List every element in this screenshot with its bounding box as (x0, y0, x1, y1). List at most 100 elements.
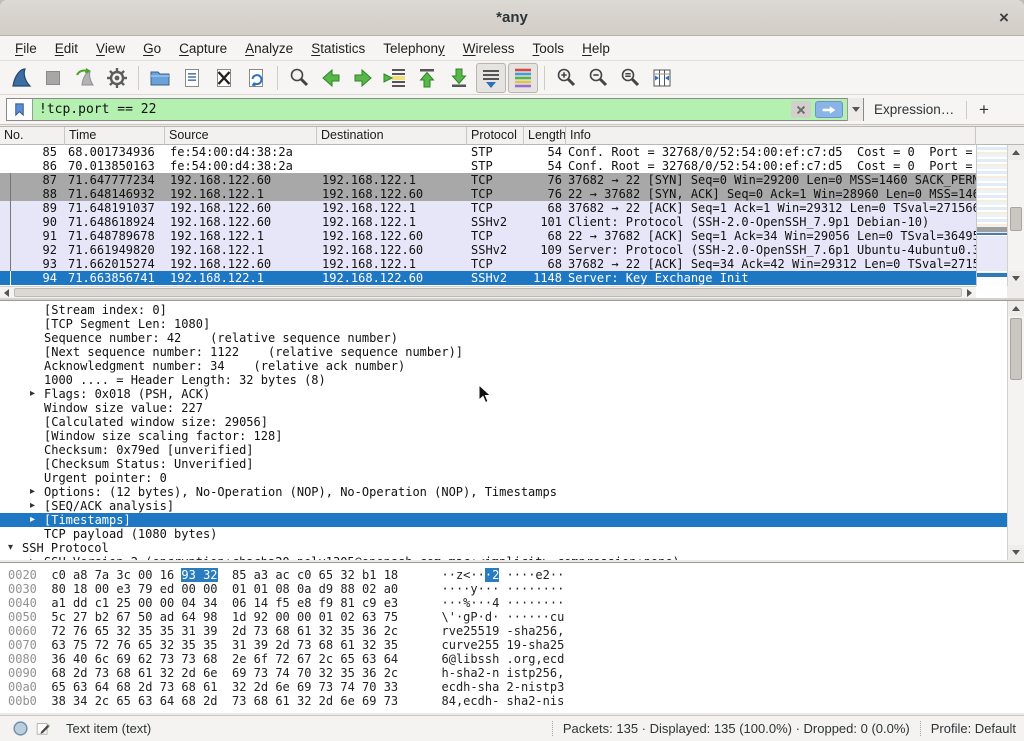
detail-line[interactable]: [TCP Segment Len: 1080] (0, 317, 1007, 331)
packet-cell[interactable]: 91 (0, 229, 65, 243)
hex-row[interactable]: 00a0 65 63 64 68 2d 73 68 61 32 2d 6e 69… (8, 680, 1024, 694)
go-to-packet-button[interactable] (380, 63, 410, 93)
find-packet-button[interactable] (284, 63, 314, 93)
packet-cell[interactable]: 192.168.122.60 (165, 173, 317, 187)
packet-list-minimap[interactable] (976, 145, 1007, 286)
scroll-up-button[interactable] (1008, 301, 1024, 316)
packet-cell[interactable]: 37682 → 22 [SYN] Seq=0 Win=29200 Len=0 M… (566, 173, 976, 187)
detail-line[interactable]: ▸SSH Version 2 (encryption:chacha20-poly… (0, 555, 1007, 560)
scrollbar-thumb[interactable] (14, 288, 962, 297)
tree-toggle-icon[interactable]: ▸ (30, 387, 44, 401)
hex-bytes[interactable]: 80 18 00 e3 79 ed 00 00 01 01 08 0a d9 8… (51, 582, 398, 596)
packet-cell[interactable]: 37682 → 22 [ACK] Seq=1 Ack=1 Win=29312 L… (566, 201, 976, 215)
packet-cell[interactable]: 192.168.122.1 (317, 201, 467, 215)
capture-comment-icon[interactable] (35, 720, 52, 737)
packet-row[interactable]: 9071.648618924192.168.122.60192.168.122.… (0, 215, 976, 229)
packet-cell[interactable]: 192.168.122.1 (317, 257, 467, 271)
column-header-source[interactable]: Source (165, 127, 317, 145)
packet-cell[interactable]: 85 (0, 145, 65, 159)
ascii-text[interactable]: ···%···4 ········ (442, 596, 565, 610)
hex-bytes[interactable]: 36 40 6c 69 62 73 73 68 2e 6f 72 67 2c 6… (51, 652, 398, 666)
packet-cell[interactable]: Client: Protocol (SSH-2.0-OpenSSH_7.9p1 … (566, 215, 976, 229)
packet-row[interactable]: 8971.648191037192.168.122.60192.168.122.… (0, 201, 976, 215)
hex-row[interactable]: 00b0 38 34 2c 65 63 64 68 2d 73 68 61 32… (8, 694, 1024, 708)
packet-cell[interactable]: SSHv2 (467, 243, 524, 257)
detail-line[interactable]: [Window size scaling factor: 128] (0, 429, 1007, 443)
packet-cell[interactable]: SSHv2 (467, 215, 524, 229)
packet-cell[interactable]: TCP (467, 201, 524, 215)
detail-line[interactable]: ▸Options: (12 bytes), No-Operation (NOP)… (0, 485, 1007, 499)
tree-toggle-icon[interactable]: ▾ (8, 541, 22, 555)
detail-line[interactable]: ▸[SEQ/ACK analysis] (0, 499, 1007, 513)
packet-cell[interactable] (317, 159, 467, 173)
detail-line[interactable]: Checksum: 0x79ed [unverified] (0, 443, 1007, 457)
packet-cell[interactable]: SSHv2 (467, 271, 524, 285)
detail-line[interactable]: [Checksum Status: Unverified] (0, 457, 1007, 471)
packet-cell[interactable]: 71.648618924 (65, 215, 165, 229)
hex-row[interactable]: 0060 72 76 65 32 35 35 31 39 2d 73 68 61… (8, 624, 1024, 638)
packet-cell[interactable]: fe:54:00:d4:38:2a (165, 159, 317, 173)
close-button[interactable]: × (992, 6, 1016, 30)
hex-bytes[interactable]: 65 63 64 68 2d 73 68 61 32 2d 6e 69 73 7… (51, 680, 398, 694)
ascii-text[interactable]: h-sha2-n istp256, (442, 666, 565, 680)
detail-line[interactable]: ▸Flags: 0x018 (PSH, ACK) (0, 387, 1007, 401)
hex-bytes[interactable]: 38 34 2c 65 63 64 68 2d 73 68 61 32 2d 6… (51, 694, 398, 708)
scroll-left-button[interactable] (0, 287, 13, 298)
packet-cell[interactable]: 71.647777234 (65, 173, 165, 187)
ascii-text[interactable]: curve255 19-sha25 (442, 638, 565, 652)
packet-cell[interactable]: 70.013850163 (65, 159, 165, 173)
packet-cell[interactable]: Server: Protocol (SSH-2.0-OpenSSH_7.6p1 … (566, 243, 976, 257)
hex-bytes[interactable]: 5c 27 b2 67 50 ad 64 98 1d 92 00 00 01 0… (51, 610, 398, 624)
ascii-highlight[interactable]: ·2 (485, 568, 499, 582)
column-header-no[interactable]: No. (0, 127, 65, 145)
auto-scroll-button[interactable] (476, 63, 506, 93)
packet-cell[interactable]: 192.168.122.1 (317, 215, 467, 229)
packet-cell[interactable]: 192.168.122.60 (165, 257, 317, 271)
hex-bytes-highlight[interactable]: 93 32 (181, 568, 217, 582)
packet-row[interactable]: 9171.648789678192.168.122.1192.168.122.6… (0, 229, 976, 243)
menu-statistics[interactable]: Statistics (302, 38, 374, 59)
hex-row[interactable]: 0020 c0 a8 7a 3c 00 16 93 32 85 a3 ac c0… (8, 568, 1024, 582)
go-first-packet-button[interactable] (412, 63, 442, 93)
menu-go[interactable]: Go (134, 38, 170, 59)
packet-cell[interactable]: 22 → 37682 [SYN, ACK] Seq=0 Ack=1 Win=28… (566, 187, 976, 201)
close-file-button[interactable] (209, 63, 239, 93)
packet-cell[interactable]: TCP (467, 187, 524, 201)
packet-cell[interactable]: 1148 (524, 271, 566, 285)
expression-button[interactable]: Expression… (874, 102, 960, 117)
filter-clear-button[interactable] (791, 101, 811, 118)
hex-bytes[interactable] (398, 666, 441, 680)
hex-row[interactable]: 0080 36 40 6c 69 62 73 73 68 2e 6f 72 67… (8, 652, 1024, 666)
display-filter-input[interactable] (33, 99, 791, 120)
hex-bytes[interactable] (398, 610, 441, 624)
scroll-down-button[interactable] (1008, 545, 1024, 560)
packet-cell[interactable]: 192.168.122.1 (165, 243, 317, 257)
reload-file-button[interactable] (241, 63, 271, 93)
ascii-text[interactable]: ecdh-sha 2-nistp3 (442, 680, 565, 694)
ascii-text[interactable]: 6@libssh .org,ecd (442, 652, 565, 666)
hex-bytes[interactable]: c0 a8 7a 3c 00 16 (51, 568, 181, 582)
packet-cell[interactable]: 192.168.122.60 (165, 201, 317, 215)
details-vscrollbar[interactable] (1007, 301, 1024, 560)
ascii-text[interactable]: ····e2·· (499, 568, 564, 582)
colorize-button[interactable] (508, 63, 538, 93)
column-header-info[interactable]: Info (566, 127, 976, 145)
packet-cell[interactable]: STP (467, 159, 524, 173)
detail-line[interactable]: [Stream index: 0] (0, 303, 1007, 317)
hex-bytes[interactable]: 85 a3 ac c0 65 32 b1 18 (218, 568, 442, 582)
tree-toggle-icon[interactable]: ▸ (30, 485, 44, 499)
packet-cell[interactable]: 37682 → 22 [ACK] Seq=34 Ack=42 Win=29312… (566, 257, 976, 271)
packet-cell[interactable]: STP (467, 145, 524, 159)
hex-bytes[interactable] (398, 680, 441, 694)
detail-line[interactable]: Window size value: 227 (0, 401, 1007, 415)
packet-cell[interactable]: TCP (467, 257, 524, 271)
hex-row[interactable]: 0030 80 18 00 e3 79 ed 00 00 01 01 08 0a… (8, 582, 1024, 596)
packet-cell[interactable]: 93 (0, 257, 65, 271)
restart-capture-button[interactable] (70, 63, 100, 93)
packet-cell[interactable]: 54 (524, 159, 566, 173)
zoom-in-button[interactable] (551, 63, 581, 93)
packet-cell[interactable]: 94 (0, 271, 65, 285)
packet-cell[interactable]: 101 (524, 215, 566, 229)
hex-bytes[interactable] (398, 596, 441, 610)
capture-options-button[interactable] (102, 63, 132, 93)
